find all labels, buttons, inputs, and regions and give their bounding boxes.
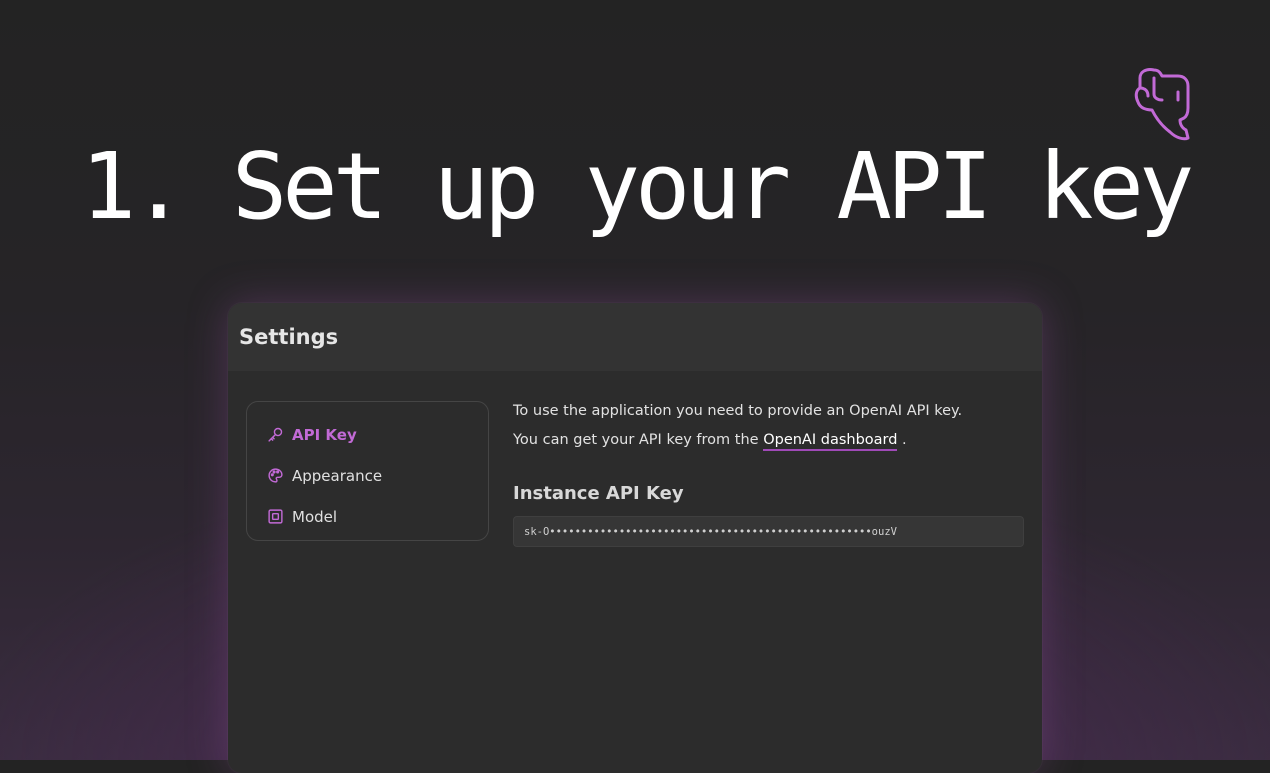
settings-titlebar: Settings [228,303,1042,371]
nav-item-appearance[interactable]: Appearance [247,455,488,496]
intro-text: To use the application you need to provi… [513,403,963,419]
settings-title: Settings [239,325,339,349]
get-key-text: You can get your API key from the OpenAI… [513,426,1024,455]
palette-icon [267,467,284,484]
nav-item-label: API Key [292,425,357,444]
settings-window: Settings API Key Appearance Model To use… [228,303,1042,773]
nav-item-label: Appearance [292,466,383,485]
settings-nav: API Key Appearance Model [246,401,489,541]
get-key-prefix: You can get your API key from the [513,432,764,448]
chip-icon [267,508,284,525]
page-headline: 1. Set up your API key [80,133,1195,240]
settings-content: To use the application you need to provi… [513,397,1024,547]
openai-dashboard-link[interactable]: OpenAI dashboard [763,432,898,451]
nav-item-api-key[interactable]: API Key [247,414,488,455]
nav-item-label: Model [292,507,338,526]
instance-api-key-heading: Instance API Key [513,483,684,504]
elephant-head-icon [1134,68,1190,141]
api-key-input[interactable] [513,516,1024,547]
get-key-suffix: . [897,432,907,448]
key-icon [267,426,284,443]
nav-item-model[interactable]: Model [247,496,488,537]
